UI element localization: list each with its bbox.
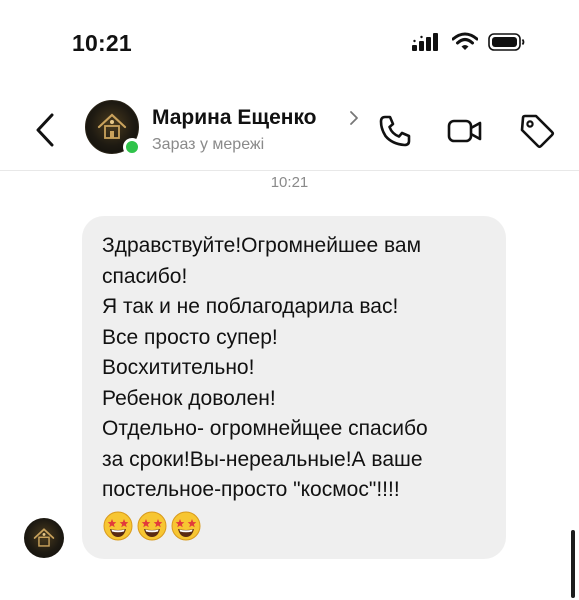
back-arrow-icon[interactable] [30,110,60,150]
scrollbar[interactable] [571,530,575,598]
status-icons [412,32,526,52]
star-struck-emoji-icon [171,511,201,540]
message-line: спасибо! [102,264,188,288]
house-logo-icon [33,528,55,547]
contact-status: Зараз у мережі [152,136,265,153]
message-line: Восхитительно! [102,356,255,379]
message-line: за сроки!Вы-нереальные!А ваше [102,447,423,471]
message-line: Все просто супер! [102,325,278,349]
signal-icon [412,33,438,51]
tag-icon[interactable] [518,112,556,150]
sender-avatar[interactable] [24,518,64,558]
contact-avatar[interactable] [85,100,143,158]
star-struck-emoji-icon [103,511,133,540]
message-line: Отдельно- огромнейщее спасибо [102,417,428,440]
battery-icon [488,33,525,51]
message-line: постельное-просто "космос"!!!! [102,478,400,501]
phone-icon[interactable] [376,112,414,150]
online-indicator [123,138,141,156]
status-time: 10:21 [72,30,132,56]
message-timestamp: 10:21 [270,174,309,191]
star-struck-emoji-icon [137,511,167,540]
message-bubble[interactable]: Здравствуйте!Огромнейшее вам спасибо! Я … [82,216,506,559]
contact-name[interactable]: Марина Ещенко [152,106,317,130]
wifi-icon [452,32,478,50]
video-call-icon[interactable] [446,112,484,150]
message-line: Здравствуйте!Огромнейшее вам [102,234,422,257]
header-divider [0,170,579,171]
chat-header: Марина Ещенко Зараз у мережі [0,92,579,170]
message-line: Я так и не поблагодарила вас! [102,295,399,318]
house-logo-icon [97,113,127,139]
emoji-row [102,510,486,542]
chevron-right-icon[interactable] [348,109,360,127]
chat-screen: 10:21 Марина Ещенко Зараз у мережі 10:21… [0,0,579,600]
message-line: Ребенок доволен! [102,386,276,410]
